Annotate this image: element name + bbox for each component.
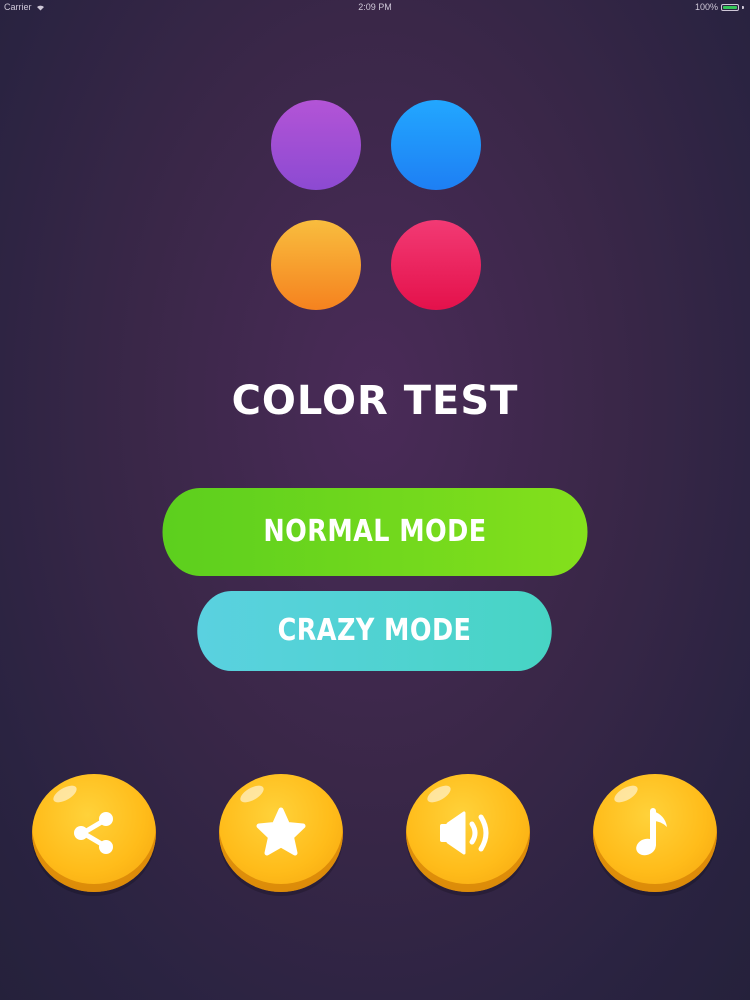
rate-button[interactable] — [219, 774, 343, 892]
crazy-mode-button[interactable]: CRAZY MODE — [197, 591, 552, 671]
logo-dot-purple — [271, 100, 361, 190]
normal-mode-button[interactable]: NORMAL MODE — [162, 488, 588, 576]
battery-tip — [742, 5, 744, 9]
game-title: COLOR TEST — [231, 378, 519, 424]
battery-icon — [721, 3, 739, 11]
logo — [271, 100, 483, 312]
status-time: 2:09 PM — [358, 2, 392, 12]
share-icon — [74, 812, 113, 854]
logo-dot-pink — [391, 220, 481, 310]
music-note-icon — [636, 808, 667, 856]
music-button[interactable] — [593, 774, 717, 892]
status-bar: Carrier 2:09 PM 100% — [0, 0, 750, 16]
star-icon — [256, 807, 306, 856]
logo-dot-orange — [271, 220, 361, 310]
crazy-mode-label: CRAZY MODE — [277, 613, 472, 648]
share-button[interactable] — [32, 774, 156, 892]
battery-level — [723, 5, 737, 9]
normal-mode-label: NORMAL MODE — [263, 514, 487, 549]
status-battery: 100% — [695, 2, 744, 12]
logo-dot-blue — [391, 100, 481, 190]
sound-icon — [440, 811, 489, 855]
battery-percent: 100% — [694, 2, 718, 12]
sound-button[interactable] — [406, 774, 530, 892]
